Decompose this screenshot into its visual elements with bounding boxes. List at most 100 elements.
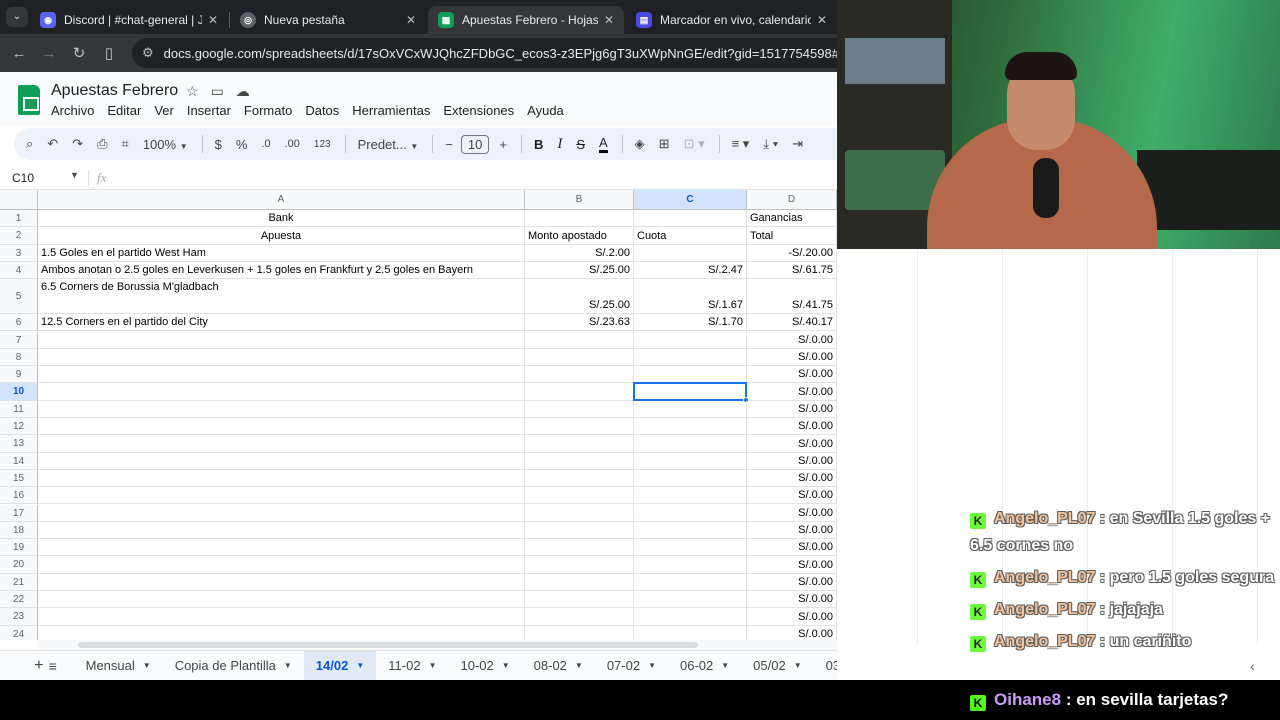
cell-c9[interactable] [634,366,747,384]
cell-d22[interactable]: S/.0.00 [747,591,837,609]
cell-d17[interactable]: S/.0.00 [747,504,837,522]
undo-icon[interactable]: ↶ [47,136,58,152]
horizontal-align-icon[interactable]: ≡ ▾ [732,136,750,152]
cell-c20[interactable] [634,556,747,574]
cell-d14[interactable]: S/.0.00 [747,452,837,470]
menu-archivo[interactable]: Archivo [51,103,94,118]
document-title[interactable]: Apuestas Febrero [51,82,178,100]
cell-a10[interactable] [38,383,525,401]
row-header[interactable]: 6 [0,314,38,332]
cell-a7[interactable] [38,331,525,349]
sheet-tab-mensual[interactable]: Mensual ▼ [74,651,163,681]
cell-d13[interactable]: S/.0.00 [747,435,837,453]
cell-b18[interactable] [525,521,634,540]
cell-c13[interactable] [634,435,747,453]
cell-a8[interactable] [38,348,525,367]
cell-d15[interactable]: S/.0.00 [747,469,837,488]
column-header-a[interactable]: A [38,190,525,210]
row-header[interactable]: 8 [0,348,38,367]
move-folder-icon[interactable]: ▭ [211,83,224,100]
cell-a21[interactable] [38,573,525,591]
cell-d6[interactable]: S/.40.17 [747,314,837,332]
cell-d11[interactable]: S/.0.00 [747,400,837,418]
sheet-tab-10-02[interactable]: 10-02 ▼ [448,651,521,681]
cell-d24[interactable]: S/.0.00 [747,625,837,640]
cell-a16[interactable] [38,487,525,505]
cell-a18[interactable] [38,521,525,540]
italic-button[interactable]: I [557,136,562,153]
menu-herramientas[interactable]: Herramientas [352,103,430,118]
cell-c17[interactable] [634,504,747,522]
fill-color-icon[interactable]: ◈ [635,136,645,152]
cell-a20[interactable] [38,556,525,574]
percent-format-button[interactable]: % [236,137,248,152]
row-header[interactable]: 16 [0,487,38,505]
sheet-tab-07-02[interactable]: 07-02 ▼ [595,651,668,681]
cell-d7[interactable]: S/.0.00 [747,331,837,349]
cell-c15[interactable] [634,469,747,488]
add-sheet-icon[interactable]: + [32,657,46,675]
all-sheets-menu-icon[interactable]: ≡ [46,658,60,674]
cell-d2[interactable]: Total [747,227,837,245]
cell-d18[interactable]: S/.0.00 [747,521,837,540]
row-header[interactable]: 14 [0,452,38,470]
cell-c24[interactable] [634,625,747,640]
column-header-c[interactable]: C [634,190,747,210]
cloud-status-icon[interactable]: ☁ [236,83,250,100]
zoom-select[interactable]: 100% ▼ [143,137,188,152]
cell-a24[interactable] [38,625,525,640]
row-header[interactable]: 10 [0,383,38,401]
cell-d23[interactable]: S/.0.00 [747,608,837,626]
chevron-down-icon[interactable]: ▼ [70,170,79,180]
cell-d16[interactable]: S/.0.00 [747,487,837,505]
row-header[interactable]: 12 [0,418,38,436]
sheet-tab-14-02[interactable]: 14/02 ▼ [303,650,377,681]
cell-c4[interactable]: S/.2.47 [634,261,747,280]
currency-format-button[interactable]: $ [215,137,222,152]
row-header[interactable]: 11 [0,400,38,418]
cell-b1[interactable] [525,210,634,228]
cell-a12[interactable] [38,418,525,436]
cell-b13[interactable] [525,435,634,453]
cell-d3[interactable]: -S/.20.00 [747,244,837,262]
cell-c1[interactable] [634,210,747,228]
url-field[interactable]: ⚙ docs.google.com/spreadsheets/d/17sOxVC… [132,38,837,68]
column-header-d[interactable]: D [747,190,837,210]
cell-b6[interactable]: S/.23.63 [525,314,634,332]
reload-icon[interactable]: ↻ [64,44,94,62]
sheets-logo-icon[interactable] [18,85,40,115]
merge-cells-icon[interactable]: ⊡ ▾ [684,136,705,152]
cell-c7[interactable] [634,331,747,349]
menu-ayuda[interactable]: Ayuda [527,103,564,118]
cell-d19[interactable]: S/.0.00 [747,539,837,557]
increase-font-size-icon[interactable]: + [499,137,507,152]
cell-a15[interactable] [38,469,525,488]
decrease-font-size-icon[interactable]: − [445,137,453,152]
search-menus-icon[interactable]: ⌕ [26,136,33,152]
row-header[interactable]: 3 [0,244,38,262]
row-header[interactable]: 1 [0,210,38,228]
row-header[interactable]: 24 [0,625,38,640]
cell-b5[interactable]: S/.25.00 [525,279,634,315]
cell-a11[interactable] [38,400,525,418]
row-header[interactable]: 22 [0,591,38,609]
cell-c8[interactable] [634,348,747,367]
menu-insertar[interactable]: Insertar [187,103,231,118]
strikethrough-button[interactable]: S [576,137,585,152]
cell-a3[interactable]: 1.5 Goles en el partido West Ham [38,244,525,262]
cell-c2[interactable]: Cuota [634,227,747,245]
star-icon[interactable]: ☆ [186,83,199,100]
cell-d12[interactable]: S/.0.00 [747,418,837,436]
forward-arrow-icon[interactable]: → [34,45,64,62]
row-header[interactable]: 21 [0,573,38,591]
cell-a23[interactable] [38,608,525,626]
cell-c21[interactable] [634,573,747,591]
cell-b16[interactable] [525,487,634,505]
cell-b10[interactable] [525,383,634,401]
cell-c5[interactable]: S/.1.67 [634,279,747,315]
cell-b7[interactable] [525,331,634,349]
menu-formato[interactable]: Formato [244,103,292,118]
increase-decimal-button[interactable]: .00 [285,138,300,150]
menu-editar[interactable]: Editar [107,103,141,118]
sheet-tab-08-02[interactable]: 08-02 ▼ [522,651,595,681]
